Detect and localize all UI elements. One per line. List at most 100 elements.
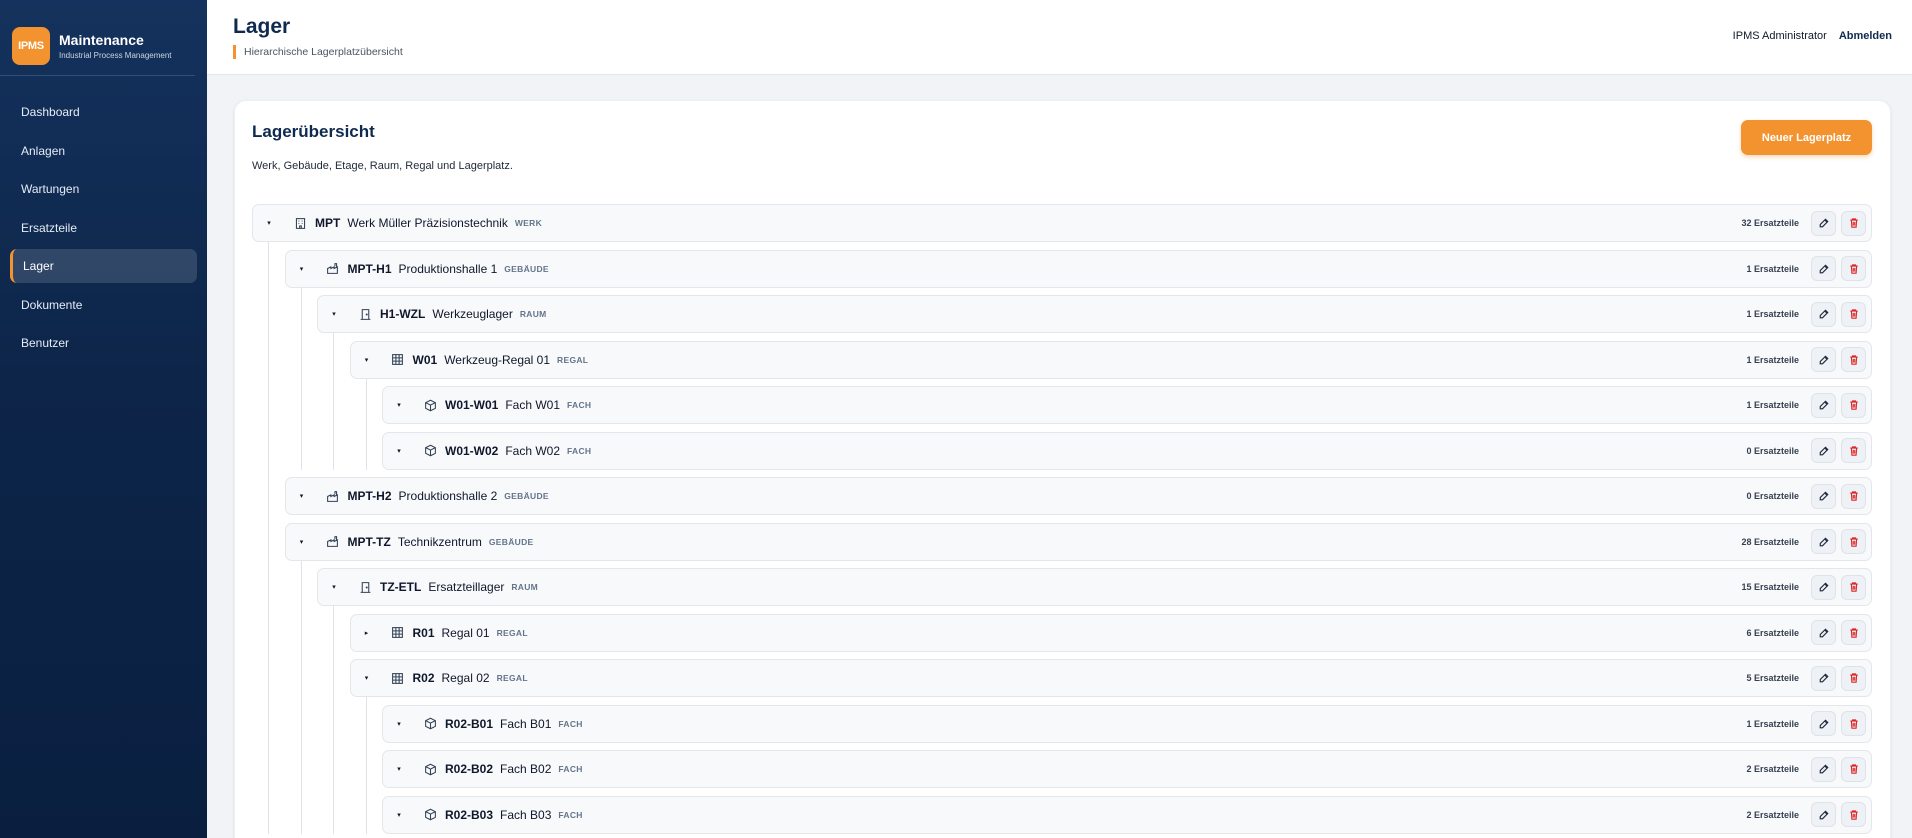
storage-overview-card: Lagerübersicht Werk, Gebäude, Etage, Rau…: [234, 100, 1891, 838]
tree-row[interactable]: ▾ H1-WZL Werkzeuglager RAUM 1 Ersatzteile: [317, 295, 1872, 333]
location-code: MPT-TZ: [347, 534, 391, 549]
tree-row[interactable]: ▾ W01-W02 Fach W02 FACH 0 Ersatzteile: [382, 431, 1872, 470]
edit-icon[interactable]: [1811, 392, 1836, 418]
location-name: Technikzentrum: [397, 534, 482, 549]
sidebar-item-label: Anlagen: [21, 143, 66, 158]
sidebar-item-benutzer[interactable]: Benutzer: [10, 326, 197, 360]
trash-icon[interactable]: [1841, 438, 1866, 463]
tree-guide-line: [365, 697, 367, 834]
user-name: IPMS Administrator: [1732, 30, 1827, 42]
edit-icon[interactable]: [1811, 483, 1836, 509]
trash-icon[interactable]: [1841, 392, 1866, 418]
trash-icon[interactable]: [1841, 256, 1866, 281]
sidebar-nav: Dashboard Anlagen Wartungen Ersatzteile Lage…: [0, 95, 207, 360]
new-storage-location-button[interactable]: Neuer Lagerplatz: [1741, 120, 1872, 155]
edit-icon[interactable]: [1811, 802, 1836, 827]
factory-icon: [325, 261, 341, 277]
sidebar-item-dokumente[interactable]: Dokumente: [10, 288, 197, 322]
location-code: H1-WZL: [380, 307, 426, 321]
trash-icon[interactable]: [1841, 347, 1866, 372]
tree-row[interactable]: ▾ W01 Werkzeug-Regal 01 REGAL 1 Ersatzteile: [349, 340, 1872, 379]
tree-row[interactable]: ▸ R01 Regal 01 REGAL 6 Ersatzteile: [349, 613, 1872, 652]
tree-row[interactable]: ▾ W01-W01 Fach W01 FACH 1 Ersatzteile: [382, 386, 1872, 424]
tree-row[interactable]: ▾ R02-B01 Fach B01 FACH 1 Ersatzteile: [382, 704, 1872, 743]
sidebar-item-lager[interactable]: Lager: [10, 249, 197, 283]
location-code: R02: [412, 671, 435, 685]
sidebar-item-dashboard[interactable]: Dashboard: [10, 95, 197, 129]
location-code: W01: [412, 352, 438, 367]
location-name: Regal 01: [441, 625, 490, 640]
logout-link[interactable]: Abmelden: [1839, 30, 1892, 42]
tree-guide-line: [268, 242, 269, 834]
location-name: Produktionshalle 2: [398, 489, 498, 503]
edit-icon[interactable]: [1811, 574, 1836, 600]
sidebar-item-label: Lager: [23, 259, 54, 273]
shelf-icon: [390, 625, 406, 641]
caret-down-icon[interactable]: ▾: [298, 265, 306, 273]
caret-down-icon[interactable]: ▾: [395, 447, 403, 455]
sidebar-item-ersatzteile[interactable]: Ersatzteile: [10, 211, 197, 245]
trash-icon[interactable]: [1841, 711, 1866, 736]
caret-down-icon[interactable]: ▾: [298, 538, 306, 546]
trash-icon[interactable]: [1841, 301, 1866, 327]
spare-part-count: 5 Ersatzteile: [1746, 673, 1799, 683]
location-type: GEBÄUDE: [488, 536, 534, 547]
tree-row[interactable]: ▾ R02-B02 Fach B02 FACH 2 Ersatzteile: [382, 750, 1872, 788]
edit-icon[interactable]: [1811, 756, 1836, 782]
location-type: FACH: [558, 764, 583, 774]
tree-row[interactable]: ▾ TZ-ETL Ersatzteillager RAUM 15 Ersatzteile: [317, 568, 1872, 606]
trash-icon[interactable]: [1841, 210, 1866, 236]
caret-down-icon[interactable]: ▾: [330, 583, 338, 591]
sidebar-item-wartungen[interactable]: Wartungen: [10, 172, 197, 206]
tree-row[interactable]: ▾ R02 Regal 02 REGAL 5 Ersatzteile: [349, 659, 1872, 697]
trash-icon[interactable]: [1841, 756, 1866, 782]
location-name: Werk Müller Präzisionstechnik: [347, 216, 508, 230]
caret-down-icon[interactable]: ▾: [363, 674, 371, 682]
trash-icon[interactable]: [1841, 529, 1866, 554]
trash-icon[interactable]: [1841, 665, 1866, 691]
location-code: R02-B03: [445, 807, 494, 822]
caret-down-icon[interactable]: ▾: [395, 811, 403, 819]
edit-icon[interactable]: [1811, 438, 1836, 463]
box-icon: [422, 716, 438, 732]
spare-part-count: 1 Ersatzteile: [1746, 400, 1799, 410]
caret-down-icon[interactable]: ▾: [395, 720, 403, 728]
edit-icon[interactable]: [1811, 301, 1836, 327]
page-subtitle: Hierarchische Lagerplatzübersicht: [233, 45, 403, 59]
tree-row[interactable]: ▾ MPT-TZ Technikzentrum GEBÄUDE 28 Ersatztei…: [284, 522, 1872, 561]
caret-down-icon[interactable]: ▾: [363, 356, 371, 364]
trash-icon[interactable]: [1841, 574, 1866, 600]
trash-icon[interactable]: [1841, 802, 1866, 827]
spare-part-count: 1 Ersatzteile: [1746, 309, 1799, 319]
caret-down-icon[interactable]: ▾: [265, 219, 273, 227]
sidebar-item-label: Benutzer: [21, 336, 70, 350]
edit-icon[interactable]: [1811, 711, 1836, 736]
location-type: WERK: [514, 218, 543, 228]
location-type: FACH: [567, 400, 592, 410]
sidebar-item-anlagen[interactable]: Anlagen: [10, 134, 197, 168]
tree-row[interactable]: ▾ R02-B03 Fach B03 FACH 2 Ersatzteile: [382, 795, 1872, 834]
edit-icon[interactable]: [1811, 347, 1836, 372]
trash-icon[interactable]: [1841, 483, 1866, 509]
location-name: Ersatzteillager: [428, 580, 505, 594]
edit-icon[interactable]: [1811, 620, 1836, 645]
caret-right-icon[interactable]: ▸: [363, 629, 371, 637]
spare-part-count: 28 Ersatzteile: [1741, 536, 1799, 547]
trash-icon[interactable]: [1841, 620, 1866, 645]
box-icon: [422, 807, 438, 823]
edit-icon[interactable]: [1811, 529, 1836, 554]
spare-part-count: 1 Ersatzteile: [1746, 718, 1799, 729]
caret-down-icon[interactable]: ▾: [395, 401, 403, 409]
location-code: TZ-ETL: [380, 580, 422, 594]
caret-down-icon[interactable]: ▾: [298, 492, 306, 500]
caret-down-icon[interactable]: ▾: [395, 765, 403, 773]
edit-icon[interactable]: [1811, 210, 1836, 236]
tree-row[interactable]: ▾ MPT-H1 Produktionshalle 1 GEBÄUDE 1 Ersatz…: [284, 249, 1872, 288]
tree-row[interactable]: ▾ MPT Werk Müller Präzisionstechnik WERK 32 …: [252, 204, 1872, 242]
spare-part-count: 6 Ersatzteile: [1746, 627, 1799, 638]
edit-icon[interactable]: [1811, 256, 1836, 281]
caret-down-icon[interactable]: ▾: [330, 310, 338, 318]
edit-icon[interactable]: [1811, 665, 1836, 691]
location-code: MPT-H1: [347, 261, 392, 276]
tree-row[interactable]: ▾ MPT-H2 Produktionshalle 2 GEBÄUDE 0 Ersatz…: [284, 477, 1872, 515]
